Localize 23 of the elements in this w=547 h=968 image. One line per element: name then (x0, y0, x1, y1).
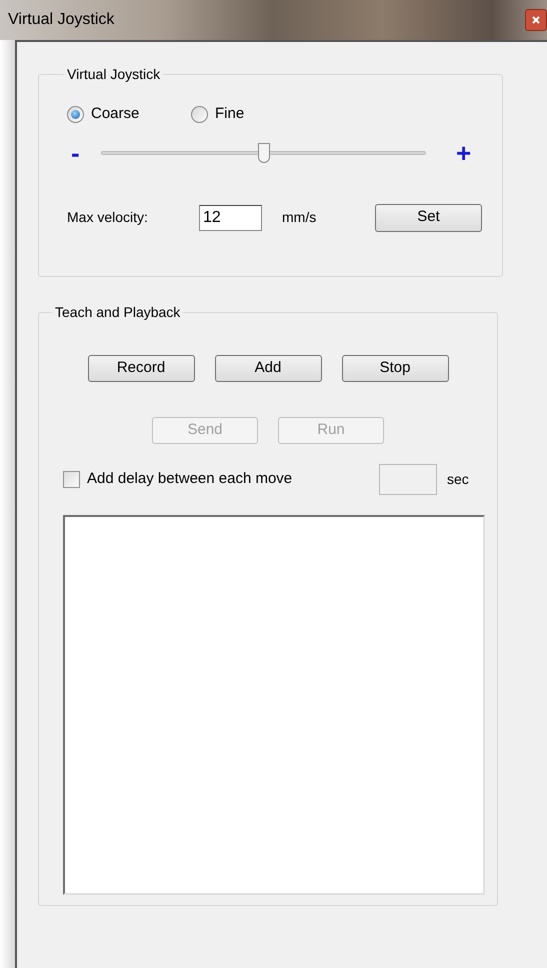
set-button[interactable]: Set (375, 204, 482, 232)
close-icon (531, 15, 541, 25)
minus-label: - (71, 140, 81, 166)
close-button[interactable] (525, 9, 547, 31)
slider-thumb[interactable] (258, 142, 270, 162)
action-button[interactable]: Add (214, 355, 322, 382)
slider[interactable] (101, 142, 426, 162)
radio-label: Fine (215, 104, 246, 124)
unit-label: sec (447, 470, 469, 489)
action-button[interactable]: Stop (342, 355, 448, 382)
radio-label: Coarse (91, 104, 140, 124)
max-velocity-label: Max velocity: (67, 208, 149, 227)
action-button[interactable]: Record (88, 355, 194, 382)
radio-button[interactable] (67, 106, 84, 123)
checkbox[interactable] (63, 471, 80, 488)
group-title: Teach and Playback (54, 303, 182, 322)
group-title: Virtual Joystick (66, 65, 162, 84)
checkbox-label: Add delay between each move (87, 469, 294, 490)
unit-label: mm/s (282, 208, 318, 227)
plus-label: + (456, 140, 472, 166)
window-title: Virtual Joystick (8, 10, 114, 30)
radio-button[interactable] (191, 106, 208, 123)
max-velocity-field[interactable]: 12 (199, 204, 262, 230)
